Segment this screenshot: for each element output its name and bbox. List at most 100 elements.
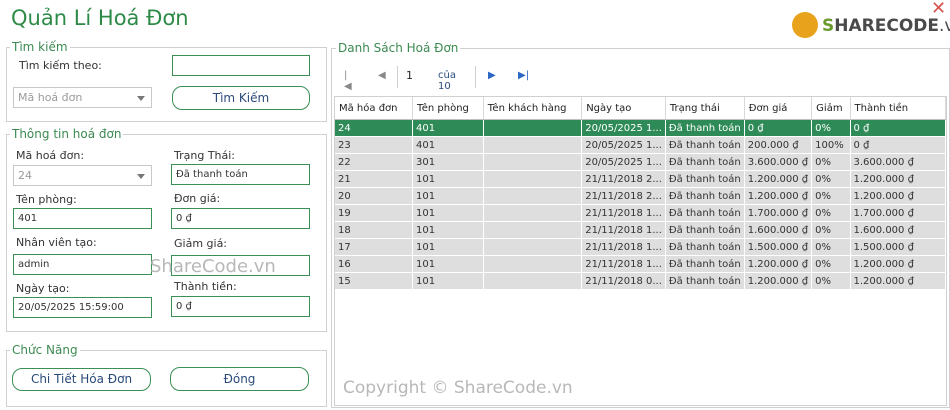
status-label: Trạng Thái: xyxy=(174,149,236,162)
table-cell: 200.000 ₫ xyxy=(744,136,813,154)
table-cell: 21/11/2018 0... xyxy=(581,272,666,290)
table-cell: Đã thanh toán xyxy=(665,153,745,171)
table-cell: 0% xyxy=(811,187,851,205)
prev-page-icon[interactable]: ◀ xyxy=(378,70,386,81)
table-cell: 17 xyxy=(335,238,414,256)
column-header-room[interactable]: Tên phòng xyxy=(412,97,484,120)
table-cell: Đã thanh toán xyxy=(665,238,745,256)
table-cell xyxy=(483,170,583,188)
current-page-input[interactable]: 1 xyxy=(406,69,413,82)
table-cell: 0% xyxy=(811,255,851,273)
table-cell: 21/11/2018 1... xyxy=(581,238,666,256)
table-cell: Đã thanh toán xyxy=(665,255,745,273)
table-cell: 101 xyxy=(412,255,484,273)
table-cell: 19 xyxy=(335,204,414,222)
table-cell: 101 xyxy=(412,187,484,205)
search-input[interactable] xyxy=(172,55,310,76)
price-field[interactable]: 0 ₫ xyxy=(171,208,310,229)
table-row[interactable]: 21 101 21/11/2018 2... Đã thanh toán 1.200.0… xyxy=(335,170,947,188)
search-field-select-value: Mã hoá đơn xyxy=(18,91,83,104)
table-cell xyxy=(483,238,583,256)
table-cell: 0% xyxy=(811,204,851,222)
table-cell: 1.600.000 ₫ xyxy=(744,221,813,239)
search-by-label: Tìm kiếm theo: xyxy=(19,59,102,72)
chevron-down-icon xyxy=(137,96,145,101)
table-cell: 20/05/2025 1... xyxy=(581,119,666,137)
invoice-info-group-title: Thông tin hoá đơn xyxy=(10,127,124,141)
column-header-price[interactable]: Đơn giá xyxy=(744,97,813,120)
table-row[interactable]: 15 101 21/11/2018 0... Đã thanh toán 1.200.0… xyxy=(335,272,947,290)
table-row[interactable]: 24 401 20/05/2025 1... Đã thanh toán 0 ₫ 0% 0 … xyxy=(335,119,947,137)
discount-label: Giảm giá: xyxy=(174,237,228,250)
table-cell: 101 xyxy=(412,272,484,290)
table-cell: 1.200.000 ₫ xyxy=(744,272,813,290)
last-page-icon[interactable]: ▶| xyxy=(518,70,529,81)
table-cell: 401 xyxy=(412,136,484,154)
table-cell: 21/11/2018 1... xyxy=(581,255,666,273)
table-cell: 1.500.000 ₫ xyxy=(744,238,813,256)
first-page-icon[interactable]: |◀ xyxy=(344,70,352,92)
status-field[interactable]: Đã thanh toán xyxy=(171,164,310,185)
functions-group-title: Chức Năng xyxy=(10,343,80,357)
table-cell: 0% xyxy=(811,153,851,171)
table-cell: 20/05/2025 1... xyxy=(581,136,666,154)
table-cell: 1.600.000 ₫ xyxy=(850,221,947,239)
total-field[interactable]: 0 ₫ xyxy=(171,296,310,317)
invoice-detail-button[interactable]: Chi Tiết Hóa Đơn xyxy=(12,368,151,391)
table-cell: 1.700.000 ₫ xyxy=(850,204,947,222)
invoice-grid: Mã hóa đơn Tên phòng Tên khách hàng Ngày… xyxy=(335,97,947,290)
table-cell: 0% xyxy=(811,272,851,290)
date-label: Ngày tạo: xyxy=(16,282,70,295)
date-field[interactable]: 20/05/2025 15:59:00 xyxy=(13,297,152,318)
table-cell: 1.200.000 ₫ xyxy=(850,187,947,205)
close-button[interactable]: Đóng xyxy=(170,367,309,391)
table-cell: Đã thanh toán xyxy=(665,170,745,188)
column-header-discount[interactable]: Giảm xyxy=(811,97,851,120)
watermark-center: ShareCode.vn xyxy=(150,256,276,277)
pager-separator xyxy=(475,66,476,88)
table-cell: 1.200.000 ₫ xyxy=(744,170,813,188)
table-cell: 1.700.000 ₫ xyxy=(744,204,813,222)
invoice-id-value: 24 xyxy=(18,169,32,182)
column-header-customer[interactable]: Tên khách hàng xyxy=(483,97,583,120)
table-cell xyxy=(483,272,583,290)
table-cell xyxy=(483,136,583,154)
table-cell: 101 xyxy=(412,204,484,222)
table-row[interactable]: 22 301 20/05/2025 1... Đã thanh toán 3.600.0… xyxy=(335,153,947,171)
staff-field[interactable]: admin xyxy=(13,254,152,275)
table-cell: 1.200.000 ₫ xyxy=(744,255,813,273)
table-row[interactable]: 23 401 20/05/2025 1... Đã thanh toán 200.000… xyxy=(335,136,947,154)
table-cell xyxy=(483,255,583,273)
table-cell: 101 xyxy=(412,170,484,188)
table-cell xyxy=(483,153,583,171)
table-cell: Đã thanh toán xyxy=(665,119,745,137)
table-cell: 23 xyxy=(335,136,414,154)
table-row[interactable]: 18 101 21/11/2018 1... Đã thanh toán 1.600.0… xyxy=(335,221,947,239)
column-header-date[interactable]: Ngày tạo xyxy=(581,97,666,120)
search-button[interactable]: Tìm Kiếm xyxy=(172,86,310,110)
table-cell xyxy=(483,221,583,239)
invoice-table[interactable]: Mã hóa đơn Tên phòng Tên khách hàng Ngày… xyxy=(334,96,947,406)
table-body: 24 401 20/05/2025 1... Đã thanh toán 0 ₫ 0% 0 … xyxy=(335,119,947,290)
table-row[interactable]: 20 101 21/11/2018 2... Đã thanh toán 1.200.0… xyxy=(335,187,947,205)
invoice-id-select[interactable]: 24 xyxy=(13,165,152,186)
column-header-status[interactable]: Trạng thái xyxy=(665,97,745,120)
chevron-down-icon xyxy=(137,174,145,179)
room-field[interactable]: 401 xyxy=(13,208,152,229)
column-header-invoice-id[interactable]: Mã hóa đơn xyxy=(335,97,414,120)
staff-label: Nhân viên tạo: xyxy=(16,236,97,249)
table-cell: 20 xyxy=(335,187,414,205)
column-header-total[interactable]: Thành tiền xyxy=(850,97,947,120)
table-cell: 1.500.000 ₫ xyxy=(850,238,947,256)
table-cell: 15 xyxy=(335,272,414,290)
table-row[interactable]: 16 101 21/11/2018 1... Đã thanh toán 1.200.0… xyxy=(335,255,947,273)
table-cell: Đã thanh toán xyxy=(665,136,745,154)
table-cell: 3.600.000 ₫ xyxy=(850,153,947,171)
search-field-select[interactable]: Mã hoá đơn xyxy=(13,87,152,108)
price-label: Đơn giá: xyxy=(174,192,221,205)
table-cell: 1.200.000 ₫ xyxy=(850,255,947,273)
next-page-icon[interactable]: ▶ xyxy=(488,70,496,81)
table-cell: 21/11/2018 2... xyxy=(581,170,666,188)
table-row[interactable]: 19 101 21/11/2018 1... Đã thanh toán 1.700.0… xyxy=(335,204,947,222)
table-row[interactable]: 17 101 21/11/2018 1... Đã thanh toán 1.500.0… xyxy=(335,238,947,256)
